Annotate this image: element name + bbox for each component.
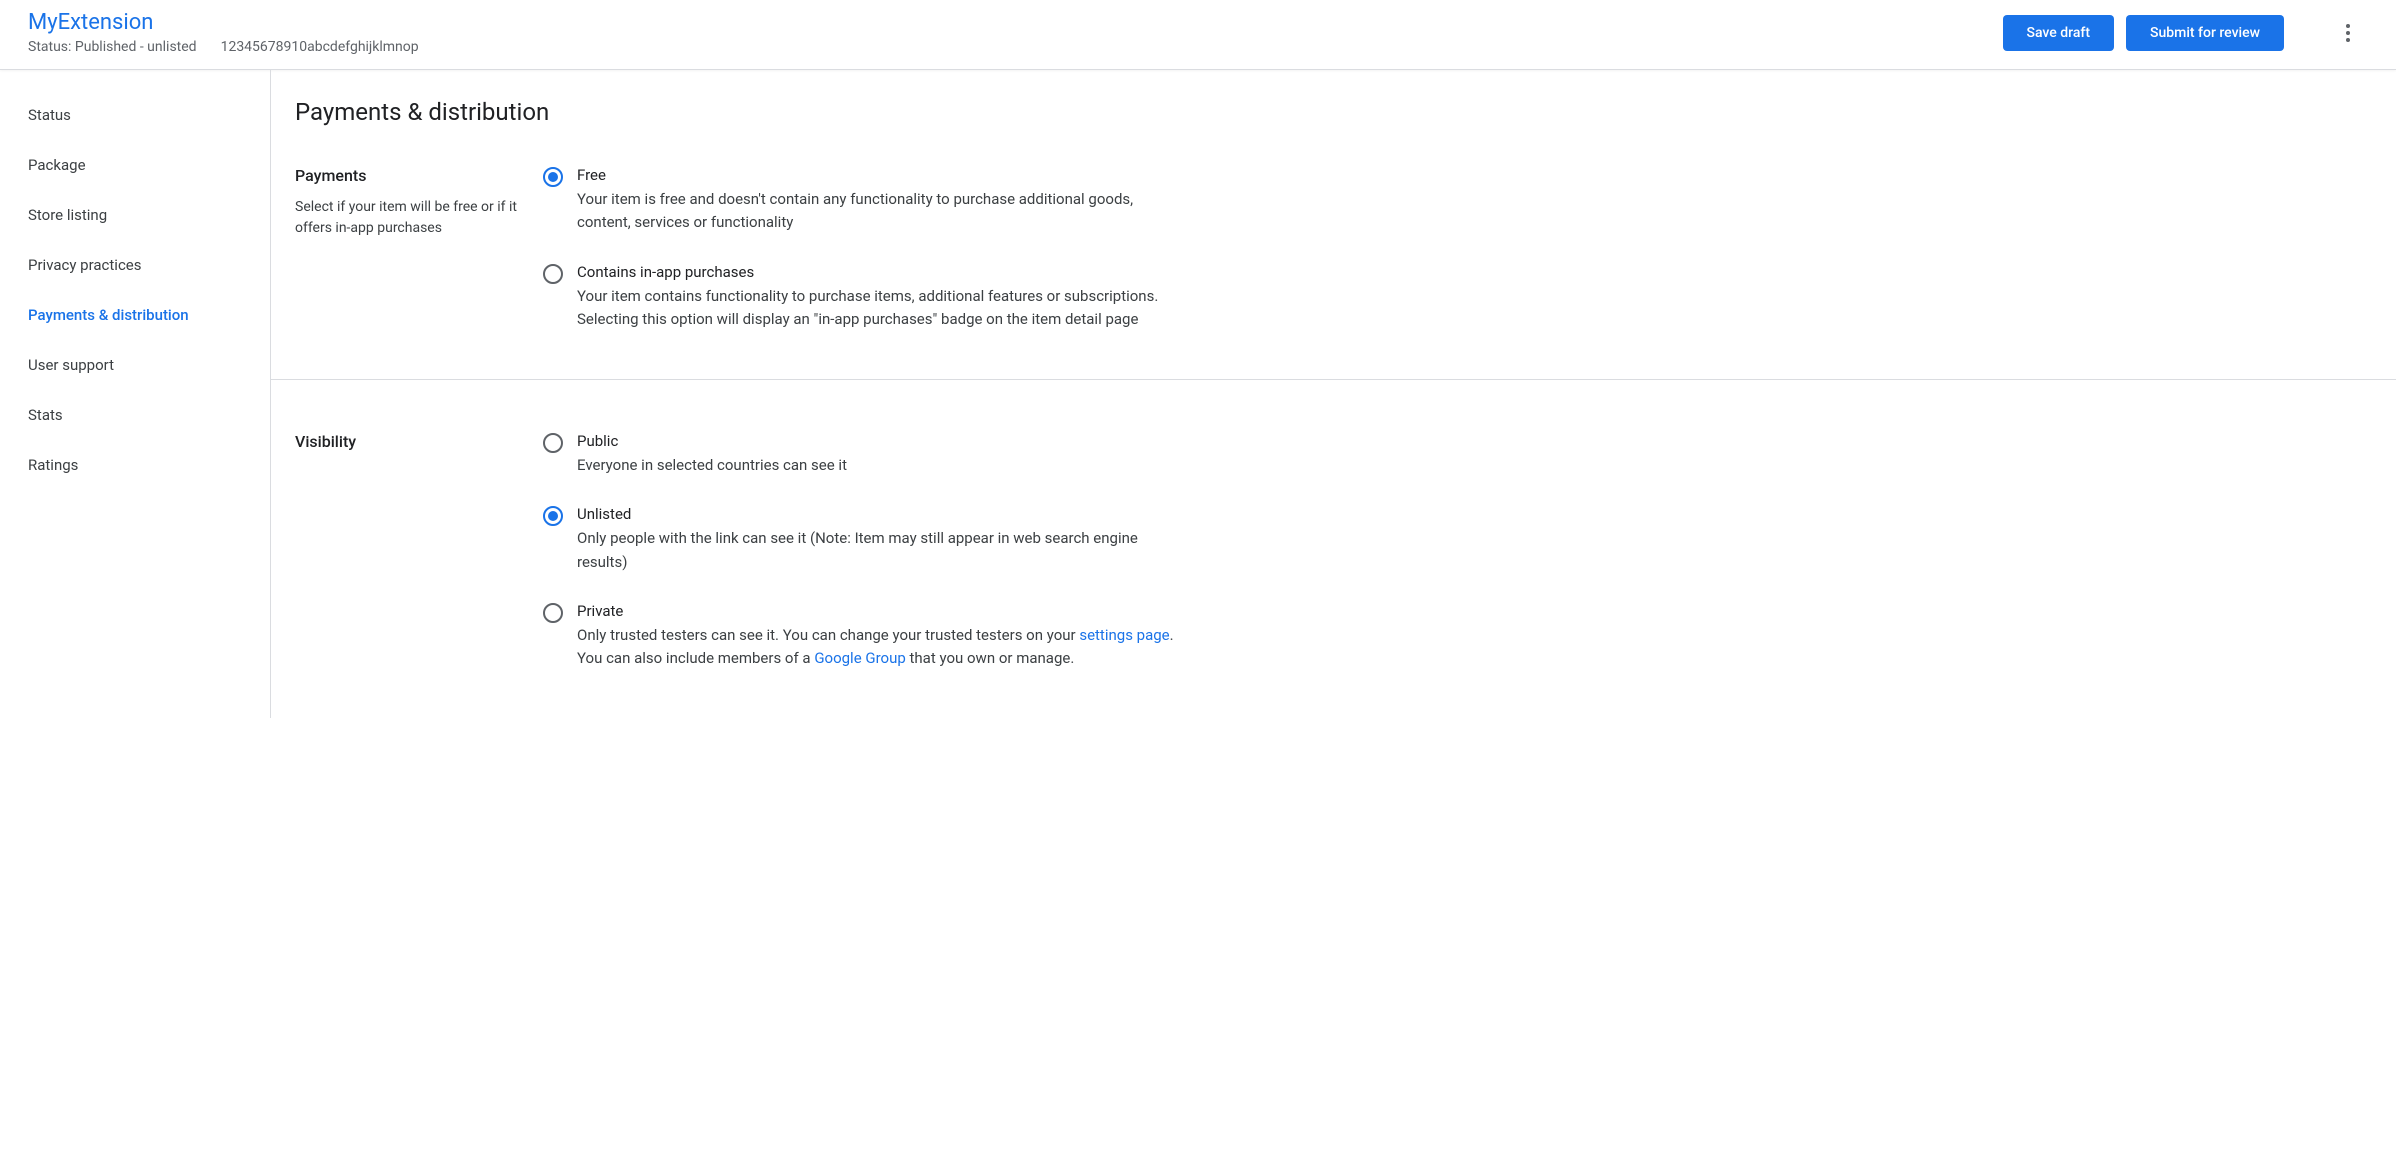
sidebar-item-store-listing[interactable]: Store listing	[0, 190, 270, 240]
radio-private-content: Private Only trusted testers can see it.…	[577, 602, 1183, 671]
main-content: Payments & distribution Payments Select …	[270, 70, 2396, 718]
visibility-options: Public Everyone in selected countries ca…	[543, 432, 1183, 670]
body: Status Package Store listing Privacy pra…	[0, 70, 2396, 718]
radio-free-desc: Your item is free and doesn't contain an…	[577, 188, 1183, 235]
status-text: Status: Published - unlisted	[28, 39, 197, 55]
payment-option-iap[interactable]: Contains in-app purchases Your item cont…	[543, 263, 1183, 332]
radio-private-desc: Only trusted testers can see it. You can…	[577, 624, 1183, 671]
private-desc-line2-pre: You can also include members of a	[577, 649, 814, 667]
submit-for-review-button[interactable]: Submit for review	[2126, 15, 2284, 51]
radio-iap-label: Contains in-app purchases	[577, 263, 1183, 281]
sidebar-item-privacy-practices[interactable]: Privacy practices	[0, 240, 270, 290]
radio-iap-content: Contains in-app purchases Your item cont…	[577, 263, 1183, 332]
payment-option-free[interactable]: Free Your item is free and doesn't conta…	[543, 166, 1183, 235]
radio-public-content: Public Everyone in selected countries ca…	[577, 432, 1183, 477]
radio-public[interactable]	[543, 433, 563, 453]
radio-free[interactable]	[543, 167, 563, 187]
visibility-section: Visibility Public Everyone in selected c…	[271, 380, 2396, 718]
radio-private-label: Private	[577, 602, 1183, 620]
sidebar-item-status[interactable]: Status	[0, 90, 270, 140]
sidebar-item-package[interactable]: Package	[0, 140, 270, 190]
sidebar-item-ratings[interactable]: Ratings	[0, 440, 270, 490]
radio-unlisted-content: Unlisted Only people with the link can s…	[577, 505, 1183, 574]
private-desc-pre: Only trusted testers can see it. You can…	[577, 626, 1079, 644]
payments-title: Payments	[295, 166, 519, 185]
radio-unlisted[interactable]	[543, 506, 563, 526]
google-group-link[interactable]: Google Group	[814, 649, 905, 667]
save-draft-button[interactable]: Save draft	[2003, 15, 2115, 51]
sidebar-item-payments-distribution[interactable]: Payments & distribution	[0, 290, 270, 340]
sidebar-item-stats[interactable]: Stats	[0, 390, 270, 440]
radio-public-label: Public	[577, 432, 1183, 450]
visibility-section-header: Visibility	[295, 432, 543, 670]
header-left: MyExtension Status: Published - unlisted…	[28, 10, 419, 55]
item-id: 12345678910abcdefghijklmnop	[221, 39, 419, 55]
radio-unlisted-desc: Only people with the link can see it (No…	[577, 527, 1183, 574]
visibility-option-public[interactable]: Public Everyone in selected countries ca…	[543, 432, 1183, 477]
radio-public-desc: Everyone in selected countries can see i…	[577, 454, 1183, 477]
radio-free-label: Free	[577, 166, 1183, 184]
extension-name-link[interactable]: MyExtension	[28, 10, 419, 35]
sidebar-item-user-support[interactable]: User support	[0, 340, 270, 390]
private-desc-line2-post: that you own or manage.	[906, 649, 1075, 667]
more-vert-icon	[2346, 24, 2350, 42]
payments-desc: Select if your item will be free or if i…	[295, 197, 519, 239]
header-actions: Save draft Submit for review	[2003, 13, 2368, 53]
sidebar: Status Package Store listing Privacy pra…	[0, 70, 270, 718]
more-options-button[interactable]	[2328, 13, 2368, 53]
visibility-title: Visibility	[295, 432, 519, 451]
radio-iap-desc: Your item contains functionality to purc…	[577, 285, 1183, 332]
header: MyExtension Status: Published - unlisted…	[0, 0, 2396, 70]
visibility-option-private[interactable]: Private Only trusted testers can see it.…	[543, 602, 1183, 671]
settings-page-link[interactable]: settings page	[1079, 626, 1169, 644]
header-subline: Status: Published - unlisted 12345678910…	[28, 39, 419, 55]
payments-section: Payments Select if your item will be fre…	[271, 166, 2396, 380]
radio-unlisted-label: Unlisted	[577, 505, 1183, 523]
private-desc-mid: .	[1170, 626, 1174, 644]
page-title: Payments & distribution	[271, 70, 2396, 166]
visibility-option-unlisted[interactable]: Unlisted Only people with the link can s…	[543, 505, 1183, 574]
radio-iap[interactable]	[543, 264, 563, 284]
payments-options: Free Your item is free and doesn't conta…	[543, 166, 1183, 331]
radio-private[interactable]	[543, 603, 563, 623]
radio-free-content: Free Your item is free and doesn't conta…	[577, 166, 1183, 235]
payments-section-header: Payments Select if your item will be fre…	[295, 166, 543, 331]
